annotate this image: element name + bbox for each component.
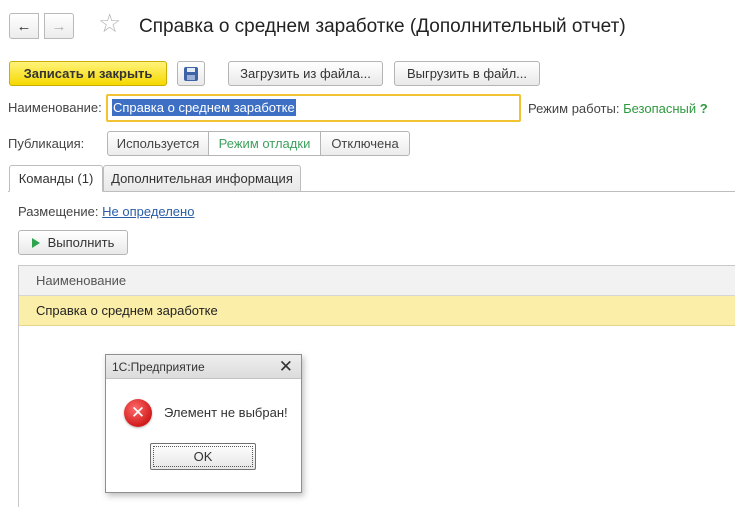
mode-value-link[interactable]: Безопасный [623,101,696,116]
error-icon: ✕ [124,399,152,427]
unload-to-file-label: Выгрузить в файл... [406,66,528,81]
favorite-star-icon[interactable]: ☆ [98,10,121,36]
execute-button[interactable]: Выполнить [18,230,128,255]
tab-label: Команды (1) [18,171,94,186]
publication-option-disabled[interactable]: Отключена [320,131,410,156]
execute-label: Выполнить [47,235,115,250]
save-and-close-button[interactable]: Записать и закрыть [9,61,167,86]
mode-row: Режим работы: Безопасный ? [528,101,708,116]
arrow-left-icon: ← [16,17,32,35]
placement-link[interactable]: Не определено [102,204,194,219]
publication-label: Публикация: [8,136,85,151]
table-row[interactable]: Справка о среднем заработке [19,296,735,326]
mode-label: Режим работы: [528,101,620,116]
tab-additional-info[interactable]: Дополнительная информация [103,165,301,192]
publication-option-label: Используется [116,136,200,151]
load-from-file-button[interactable]: Загрузить из файла... [228,61,383,86]
back-button[interactable]: ← [9,13,39,39]
ok-button[interactable]: OK [150,443,256,470]
save-and-close-label: Записать и закрыть [23,66,153,81]
name-input[interactable]: Справка о среднем заработке [106,94,521,122]
unload-to-file-button[interactable]: Выгрузить в файл... [394,61,540,86]
table-header[interactable]: Наименование [19,266,735,296]
page-title: Справка о среднем заработке (Дополнитель… [139,16,626,37]
arrow-right-icon: → [51,17,67,35]
help-icon[interactable]: ? [700,101,708,116]
floppy-disk-icon [184,66,198,81]
dialog-message: Элемент не выбран! [164,405,288,420]
publication-option-debug[interactable]: Режим отладки [208,131,321,156]
tab-commands[interactable]: Команды (1) [9,165,103,192]
dialog-title-bar[interactable]: 1С:Предприятие ✕ [106,355,301,379]
load-from-file-label: Загрузить из файла... [240,66,371,81]
publication-option-label: Режим отладки [218,136,311,151]
publication-option-used[interactable]: Используется [107,131,209,156]
forward-button[interactable]: → [44,13,74,39]
play-icon [31,237,40,248]
dialog-body: ✕ Элемент не выбран! OK [106,379,301,492]
publication-option-label: Отключена [331,136,399,151]
name-input-value: Справка о среднем заработке [112,99,296,116]
error-dialog: 1С:Предприятие ✕ ✕ Элемент не выбран! OK [105,354,302,493]
placement-label: Размещение: [18,204,99,219]
dialog-title: 1С:Предприятие [112,359,205,374]
tab-label: Дополнительная информация [111,171,293,186]
table-cell-name: Справка о среднем заработке [36,303,218,318]
name-label: Наименование: [8,100,102,115]
ok-label: OK [193,449,213,464]
save-button[interactable] [177,61,205,86]
close-icon[interactable]: ✕ [279,357,293,377]
placement-row: Размещение: Не определено [18,204,194,219]
column-header-name: Наименование [36,273,127,288]
